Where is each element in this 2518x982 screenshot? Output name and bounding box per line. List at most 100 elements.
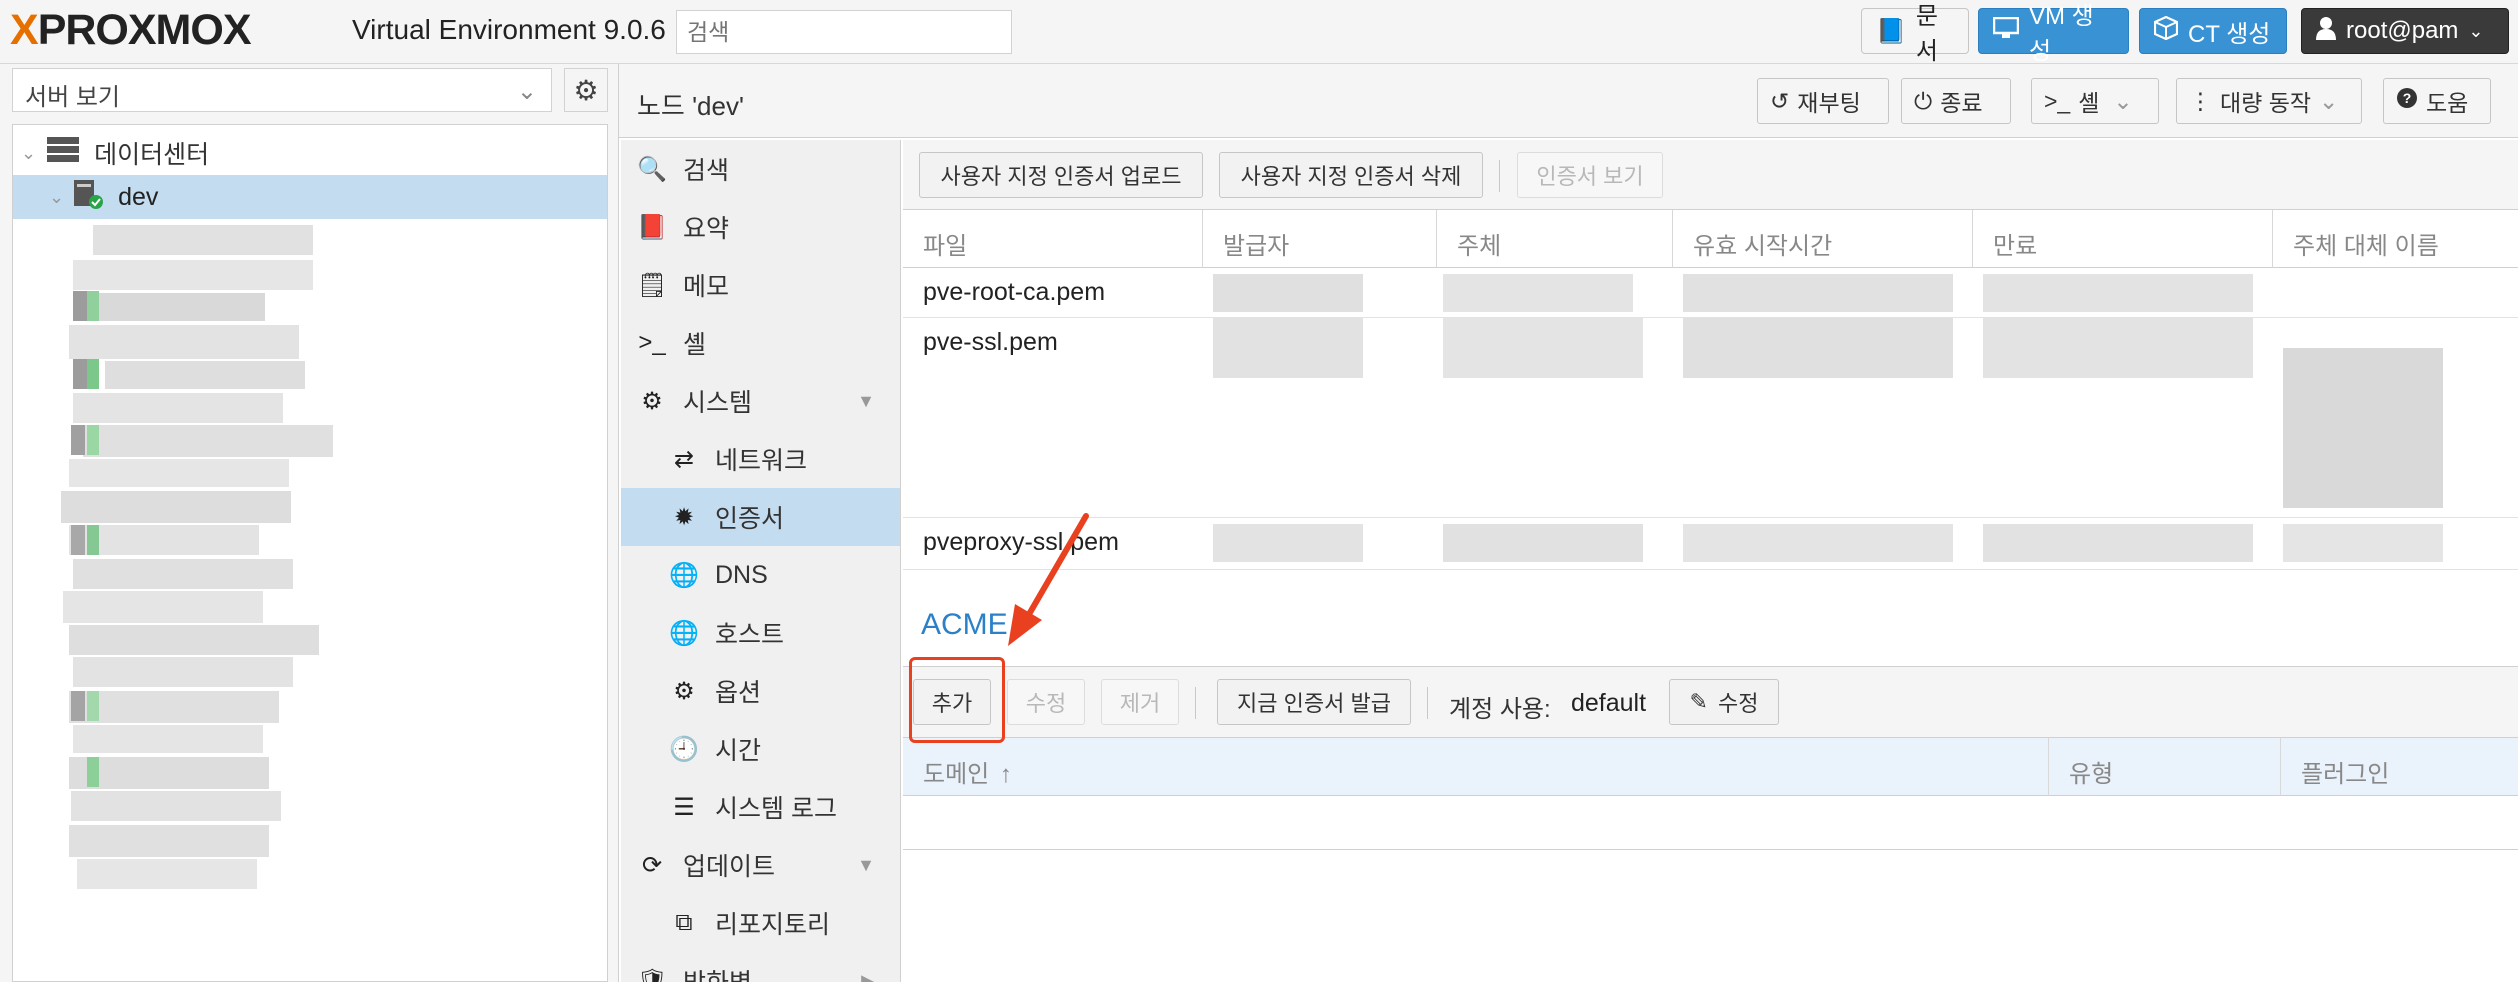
nav-item-network[interactable]: ⇄ 네트워크 xyxy=(621,430,900,488)
account-label: 계정 사용: xyxy=(1449,696,1551,723)
column-header-file[interactable]: 파일 xyxy=(903,210,1203,268)
chevron-right-icon: ▶ xyxy=(861,970,875,982)
toolbar-divider xyxy=(1499,160,1500,192)
account-edit-button[interactable]: ✎ 수정 xyxy=(1669,679,1779,725)
nav-item-firewall[interactable]: 🛡방화벽▶ xyxy=(621,952,900,982)
column-header-issuer[interactable]: 발급자 xyxy=(1203,210,1437,268)
user-menu-button[interactable]: root@pam ⌄ xyxy=(2301,8,2509,54)
delete-custom-cert-button[interactable]: 사용자 지정 인증서 삭제 xyxy=(1219,152,1483,198)
copy-icon: ⧉ xyxy=(675,909,693,936)
globe-icon: 🌐 xyxy=(669,561,699,589)
acme-remove-button[interactable]: 제거 xyxy=(1101,679,1179,725)
undo-icon: ↺ xyxy=(1770,87,1790,114)
nav-item-dns[interactable]: 🌐 DNS xyxy=(621,546,900,604)
nav-item-shell[interactable]: >_ 셸 xyxy=(621,314,900,372)
acme-toolbar: 추가 수정 제거 지금 인증서 발급 계정 사용: default ✎ 수정 xyxy=(903,666,2518,738)
expand-icon: ⌄ xyxy=(21,142,37,163)
column-header-valid-since[interactable]: 유효 시작시간 xyxy=(1673,210,1973,268)
clock-icon: 🕘 xyxy=(669,735,699,763)
node-header: 노드 'dev' ↺ 재부팅 ⏻ 종료 >_ 셸 ⌄ ⋮ 대량 동작 ⌄ ? 도움 xyxy=(619,64,2518,138)
book-icon: 📕 xyxy=(637,213,667,241)
nav-item-time[interactable]: 🕘 시간 xyxy=(621,720,900,778)
cube-icon xyxy=(2153,15,2179,47)
proxmox-logo[interactable]: X PROXMOX xyxy=(10,6,251,54)
shell-button[interactable]: >_ 셸 ⌄ xyxy=(2031,78,2159,124)
table-row[interactable]: pveproxy-ssl.pem xyxy=(903,518,2518,570)
sort-ascending-icon: ↑ xyxy=(999,761,1012,788)
nav-item-search[interactable]: 🔍 검색 xyxy=(621,140,900,198)
tree-item-dev[interactable]: ⌄ dev xyxy=(13,175,607,219)
table-row[interactable]: pve-ssl.pem xyxy=(903,318,2518,518)
note-icon: 🗒 xyxy=(637,271,668,299)
cogs-icon: ⚙ xyxy=(641,387,663,415)
chevron-down-icon: ⌄ xyxy=(2113,87,2133,114)
certificates-grid-header: 파일 발급자 주체 유효 시작시간 만료 주체 대체 이름 xyxy=(903,210,2518,268)
cert-file-name: pveproxy-ssl.pem xyxy=(923,528,1119,556)
shutdown-button[interactable]: ⏻ 종료 xyxy=(1901,78,2011,124)
view-certificate-button[interactable]: 인증서 보기 xyxy=(1517,152,1663,198)
acme-edit-button[interactable]: 수정 xyxy=(1007,679,1085,725)
node-nav-menu: 🔍 검색 📕 요약 🗒 메모 >_ 셸 ⚙ 시스템 ▼ ⇄ 네트워크 ✹ 인증서 🌐 DNS 🌐 호… xyxy=(621,140,901,982)
column-header-expires[interactable]: 만료 xyxy=(1973,210,2273,268)
gear-icon[interactable]: ⚙ xyxy=(564,68,608,112)
toolbar-divider xyxy=(1195,687,1196,719)
page-title: 노드 'dev' xyxy=(637,91,744,121)
chevron-down-icon: ▼ xyxy=(857,854,875,875)
column-header-type[interactable]: 유형 xyxy=(2049,738,2281,796)
help-icon: ? xyxy=(2396,87,2418,115)
create-ct-button[interactable]: CT 생성 xyxy=(2139,8,2287,54)
nav-item-system[interactable]: ⚙ 시스템 ▼ xyxy=(621,372,900,430)
acme-grid-header: 도메인 ↑ 유형 플러그인 xyxy=(903,738,2518,796)
terminal-icon: >_ xyxy=(2044,87,2071,114)
node-online-icon xyxy=(72,178,104,217)
globe-icon: 🌐 xyxy=(669,619,699,647)
nav-item-updates[interactable]: ⟳ 업데이트 ▼ xyxy=(621,836,900,894)
nav-item-notes[interactable]: 🗒 메모 xyxy=(621,256,900,314)
certificate-icon: ✹ xyxy=(673,503,695,531)
refresh-icon: ⟳ xyxy=(641,851,663,879)
search-icon: 🔍 xyxy=(637,155,667,183)
column-header-plugin[interactable]: 플러그인 xyxy=(2281,738,2518,796)
column-header-san[interactable]: 주체 대체 이름 xyxy=(2273,210,2518,268)
desktop-icon xyxy=(1992,16,2020,46)
nav-item-certificates[interactable]: ✹ 인증서 xyxy=(621,488,900,546)
certificates-panel: 사용자 지정 인증서 업로드 사용자 지정 인증서 삭제 인증서 보기 파일 발… xyxy=(903,140,2518,982)
table-row[interactable]: pve-root-ca.pem xyxy=(903,268,2518,318)
pencil-icon: ✎ xyxy=(1689,689,1708,714)
docs-button[interactable]: 📘 문서 xyxy=(1861,3,1969,65)
chevron-down-icon: ▼ xyxy=(857,390,875,411)
exchange-icon: ⇄ xyxy=(673,445,695,473)
top-header: XPROXMOX Virtual Environment 9.0.6 📘 문서 … xyxy=(0,0,2518,65)
chevron-down-icon: ⌄ xyxy=(2319,87,2339,114)
nav-item-options[interactable]: ⚙ 옵션 xyxy=(621,662,900,720)
nav-item-syslog[interactable]: ☰ 시스템 로그 xyxy=(621,778,900,836)
nav-item-summary[interactable]: 📕 요약 xyxy=(621,198,900,256)
upload-custom-cert-button[interactable]: 사용자 지정 인증서 업로드 xyxy=(919,152,1203,198)
column-header-subject[interactable]: 주체 xyxy=(1437,210,1673,268)
chevron-down-icon: ⌄ xyxy=(516,78,537,105)
version-label: Virtual Environment 9.0.6 xyxy=(352,14,666,45)
create-vm-button[interactable]: VM 생성 xyxy=(1978,3,2129,65)
nav-item-hosts[interactable]: 🌐 호스트 xyxy=(621,604,900,662)
terminal-icon: >_ xyxy=(638,329,666,356)
ellipsis-icon: ⋮ xyxy=(2189,87,2212,114)
account-value: default xyxy=(1571,689,1647,717)
nav-item-repositories[interactable]: ⧉ 리포지토리 xyxy=(621,894,900,952)
logo-text: PROXMOX xyxy=(37,5,252,54)
cert-file-name: pve-ssl.pem xyxy=(923,328,1058,356)
cert-file-name: pve-root-ca.pem xyxy=(923,278,1106,306)
help-button[interactable]: ? 도움 xyxy=(2383,78,2491,124)
chevron-down-icon: ⌄ xyxy=(2468,20,2484,41)
power-icon: ⏻ xyxy=(1914,87,1933,114)
tree-item-datacenter[interactable]: ⌄ 데이터센터 xyxy=(13,131,607,175)
resource-tree-panel: 서버 보기 ⌄ ⚙ ⌄ 데이터센터 ⌄ dev xyxy=(0,64,612,982)
list-icon: ☰ xyxy=(673,793,695,821)
toolbar-divider xyxy=(1427,687,1428,719)
search-input[interactable] xyxy=(676,10,1012,54)
reboot-button[interactable]: ↺ 재부팅 xyxy=(1757,78,1889,124)
column-header-domain[interactable]: 도메인 ↑ xyxy=(903,738,2049,796)
book-icon: 📘 xyxy=(1876,17,1906,45)
view-selector[interactable]: 서버 보기 ⌄ xyxy=(12,68,552,112)
order-certificate-button[interactable]: 지금 인증서 발급 xyxy=(1217,679,1411,725)
bulk-actions-button[interactable]: ⋮ 대량 동작 ⌄ xyxy=(2176,78,2362,124)
